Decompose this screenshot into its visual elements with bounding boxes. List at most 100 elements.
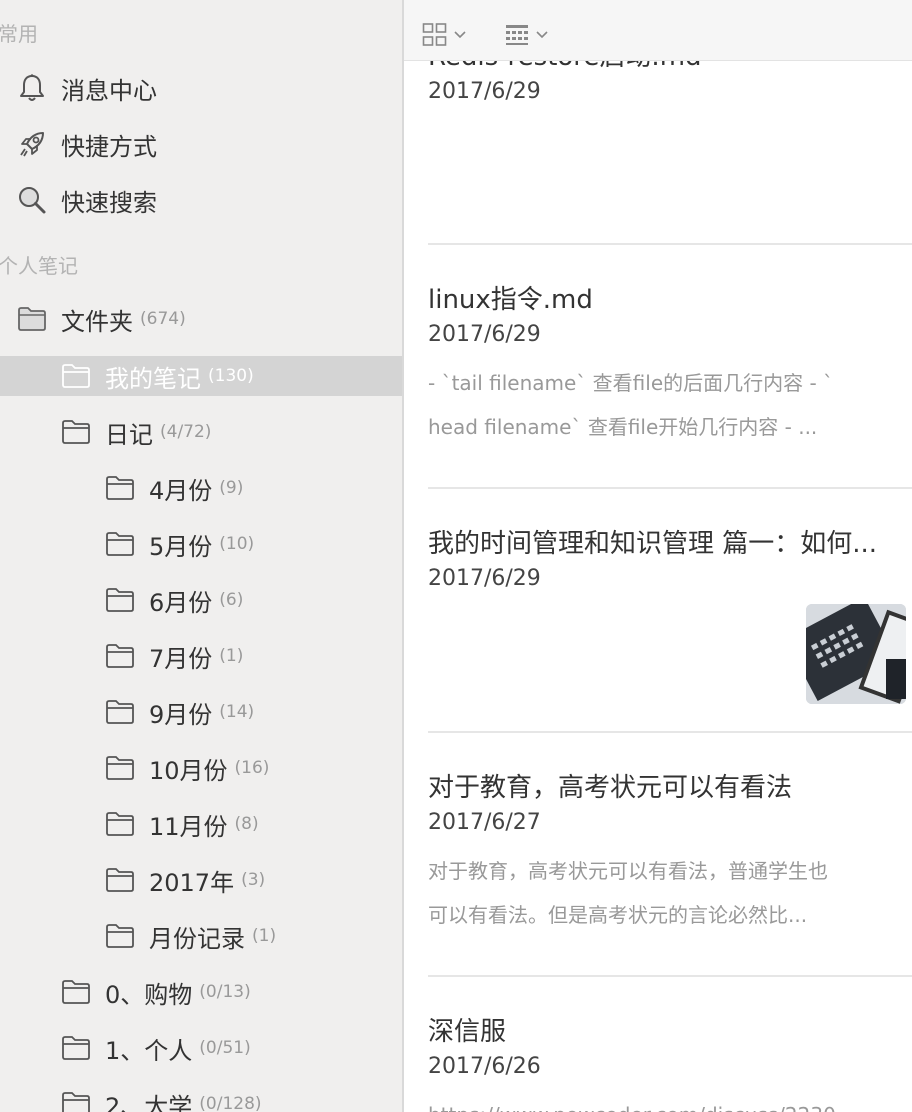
note-preview-line: 可以有看法。但是高考状元的言论必然比... — [428, 903, 808, 927]
note-item[interactable]: 深信服 2017/6/26 https://www.nowcoder.com/d… — [428, 1011, 912, 1112]
folder-count: (0/13) — [199, 982, 251, 1002]
folder-april[interactable]: 4月份 (9) — [0, 468, 402, 508]
folder-icon — [62, 1092, 90, 1112]
folder-icon — [106, 588, 134, 612]
folder-name: 11月份 — [149, 812, 228, 841]
nav-message-center[interactable]: 消息中心 — [0, 66, 402, 110]
note-preview-line: head filename` 查看file开始几行内容 - ... — [428, 415, 818, 439]
folder-icon — [106, 700, 134, 724]
folder-diary[interactable]: 日记 (4/72) — [0, 412, 402, 452]
folder-june[interactable]: 6月份 (6) — [0, 580, 402, 620]
rocket-icon — [17, 129, 47, 159]
folder-icon — [106, 644, 134, 668]
note-preview-line: - `tail filename` 查看file的后面几行内容 - ` — [428, 371, 834, 395]
note-item[interactable]: linux指令.md 2017/6/29 - `tail filename` 查… — [428, 279, 912, 449]
folder-name: 我的笔记 — [105, 364, 201, 393]
chevron-down-icon — [536, 31, 548, 39]
note-date: 2017/6/29 — [428, 79, 541, 104]
folder-count: (3) — [241, 870, 266, 890]
folder-name: 1、个人 — [105, 1036, 193, 1065]
note-date: 2017/6/27 — [428, 810, 541, 835]
grid-view-icon — [422, 23, 447, 46]
nav-quick-search[interactable]: 快速搜索 — [0, 178, 402, 222]
folder-count: (9) — [219, 478, 244, 498]
note-separator — [428, 975, 912, 977]
section-title-personal: 个人笔记 — [0, 254, 78, 278]
folder-count: (0/128) — [199, 1094, 262, 1112]
folder-my-notes[interactable]: 我的笔记 (130) — [0, 356, 402, 396]
laptop-photo-icon — [806, 604, 906, 704]
folder-icon — [106, 924, 134, 948]
folder-icon — [106, 812, 134, 836]
note-preview: - `tail filename` 查看file的后面几行内容 - ` head… — [428, 361, 912, 449]
folder-icon — [62, 1036, 90, 1060]
list-layout-icon — [506, 25, 528, 45]
folder-count: (14) — [219, 702, 255, 722]
folder-july[interactable]: 7月份 (1) — [0, 636, 402, 676]
search-icon — [17, 185, 47, 215]
folder-name: 2017年 — [149, 868, 235, 897]
list-toolbar — [404, 0, 912, 61]
note-preview: https://www.nowcoder.com/discuss/2230 — [428, 1093, 912, 1112]
section-title-common: 常用 — [0, 22, 38, 46]
folder-monthly-record[interactable]: 月份记录 (1) — [0, 916, 402, 956]
folder-count: (4/72) — [160, 422, 212, 442]
sidebar: 常用 消息中心 快捷方式 快速搜索 个人笔记 文件夹 (674) 我的笔记 (1… — [0, 0, 402, 1112]
note-separator — [428, 487, 912, 489]
folder-icon — [106, 476, 134, 500]
folder-filled-icon — [18, 307, 46, 331]
folder-count: (6) — [219, 590, 244, 610]
folder-name: 文件夹 — [61, 307, 133, 336]
folder-name: 2、大学 — [105, 1092, 193, 1112]
folder-icon — [62, 364, 90, 388]
folder-icon — [106, 756, 134, 780]
folder-icon — [106, 532, 134, 556]
note-date: 2017/6/29 — [428, 566, 541, 591]
bell-icon — [17, 73, 47, 103]
folder-personal[interactable]: 1、个人 (0/51) — [0, 1028, 402, 1068]
note-item[interactable]: 我的时间管理和知识管理 篇一：如何... 2017/6/29 — [428, 523, 912, 591]
note-title: linux指令.md — [428, 285, 593, 315]
note-list: Redis-restore启动.md 2017/6/29 linux指令.md … — [404, 0, 912, 1112]
folder-name: 月份记录 — [149, 924, 245, 953]
folder-september[interactable]: 9月份 (14) — [0, 692, 402, 732]
nav-label: 快速搜索 — [61, 188, 157, 217]
folder-count: (0/51) — [199, 1038, 251, 1058]
folder-name: 0、购物 — [105, 980, 193, 1009]
folder-icon — [62, 420, 90, 444]
folder-count: (10) — [219, 534, 255, 554]
note-thumbnail — [806, 604, 906, 704]
view-mode-button[interactable] — [422, 20, 468, 50]
folder-name: 5月份 — [149, 532, 213, 561]
note-date: 2017/6/26 — [428, 1054, 541, 1079]
folder-count: (16) — [234, 758, 270, 778]
folder-october[interactable]: 10月份 (16) — [0, 748, 402, 788]
note-preview-line: 对于教育，高考状元可以有看法，普通学生也 — [428, 859, 828, 883]
folder-2017[interactable]: 2017年 (3) — [0, 860, 402, 900]
note-preview-line: https://www.nowcoder.com/discuss/2230 — [428, 1093, 912, 1112]
nav-shortcuts[interactable]: 快捷方式 — [0, 122, 402, 166]
folder-count: (1) — [219, 646, 244, 666]
folder-shopping[interactable]: 0、购物 (0/13) — [0, 972, 402, 1012]
folder-name: 日记 — [105, 420, 153, 449]
layout-mode-button[interactable] — [504, 20, 550, 50]
folder-may[interactable]: 5月份 (10) — [0, 524, 402, 564]
folder-root[interactable]: 文件夹 (674) — [0, 299, 402, 339]
folder-count: (8) — [234, 814, 259, 834]
note-item[interactable]: 对于教育，高考状元可以有看法 2017/6/27 对于教育，高考状元可以有看法，… — [428, 767, 912, 937]
folder-name: 10月份 — [149, 756, 228, 785]
note-separator — [428, 243, 912, 245]
note-title: 我的时间管理和知识管理 篇一：如何... — [428, 529, 878, 559]
note-preview: 对于教育，高考状元可以有看法，普通学生也 可以有看法。但是高考状元的言论必然比.… — [428, 849, 912, 937]
note-separator — [428, 731, 912, 733]
folder-university[interactable]: 2、大学 (0/128) — [0, 1084, 402, 1112]
folder-icon — [106, 868, 134, 892]
nav-label: 快捷方式 — [61, 132, 157, 161]
folder-name: 7月份 — [149, 644, 213, 673]
folder-count: (1) — [252, 926, 277, 946]
nav-label: 消息中心 — [61, 76, 157, 105]
folder-name: 6月份 — [149, 588, 213, 617]
folder-november[interactable]: 11月份 (8) — [0, 804, 402, 844]
note-title: 对于教育，高考状元可以有看法 — [428, 773, 793, 803]
note-title: 深信服 — [428, 1017, 507, 1047]
